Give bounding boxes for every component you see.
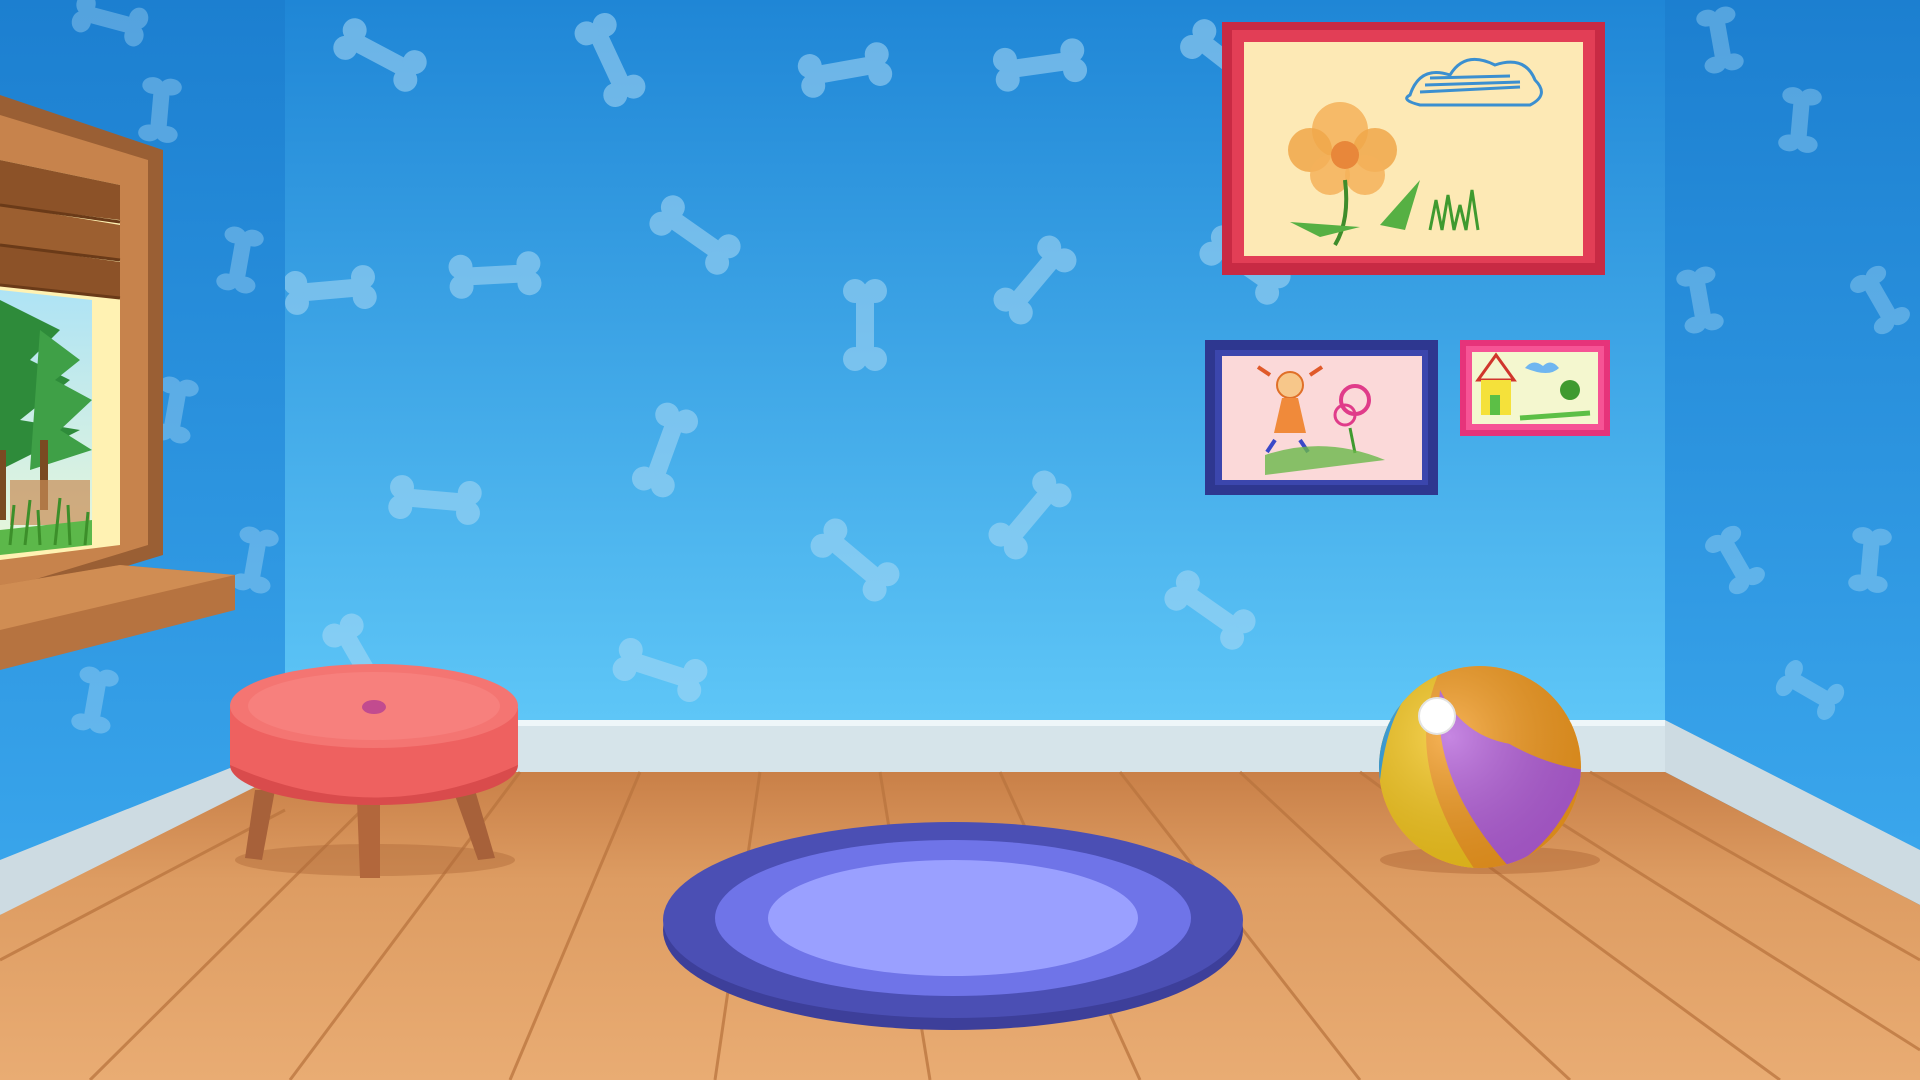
stool-button	[362, 700, 386, 714]
room-illustration	[0, 0, 1920, 1080]
girl-drawing[interactable]	[1205, 340, 1438, 495]
rug[interactable]	[663, 822, 1243, 1030]
house-drawing[interactable]	[1460, 340, 1610, 436]
flower-drawing[interactable]	[1222, 22, 1605, 275]
kids-room-scene	[0, 0, 1920, 1080]
